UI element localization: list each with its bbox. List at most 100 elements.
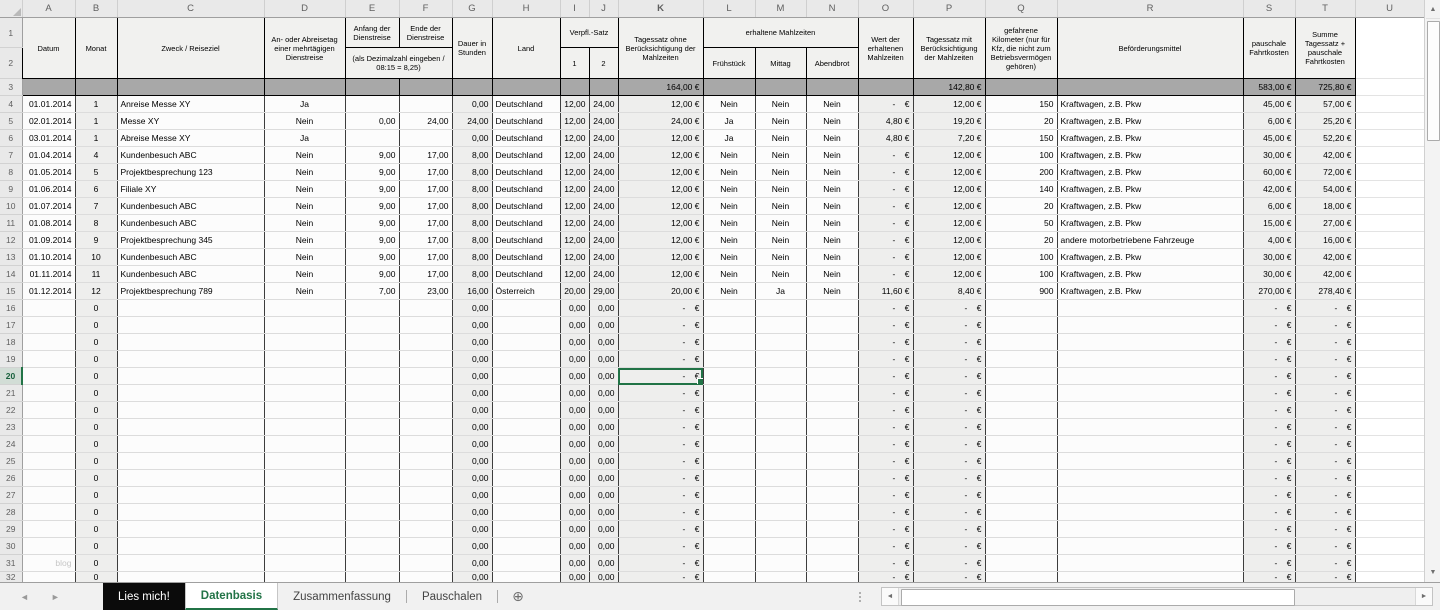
column-header-G[interactable]: G [452, 0, 492, 18]
cell-B21[interactable]: 0 [75, 385, 117, 402]
cell-M17[interactable] [755, 317, 806, 334]
cell-T24[interactable]: - € [1295, 436, 1355, 453]
cell-M14[interactable]: Nein [755, 266, 806, 283]
cell-U31[interactable] [1355, 555, 1424, 572]
cell-L21[interactable] [703, 385, 755, 402]
cell-K30[interactable]: - € [618, 538, 703, 555]
cell-L18[interactable] [703, 334, 755, 351]
cell-I13[interactable]: 12,00 [560, 249, 589, 266]
cell-E18[interactable] [345, 334, 399, 351]
cell-B32[interactable]: 0 [75, 572, 117, 583]
cell-J25[interactable]: 0,00 [589, 453, 618, 470]
cell-Q12[interactable]: 20 [985, 232, 1057, 249]
cell-K6[interactable]: 12,00 € [618, 130, 703, 147]
row-header-5[interactable]: 5 [0, 113, 22, 130]
cell-Q13[interactable]: 100 [985, 249, 1057, 266]
row-header-9[interactable]: 9 [0, 181, 22, 198]
cell-S22[interactable]: - € [1243, 402, 1295, 419]
cell-S23[interactable]: - € [1243, 419, 1295, 436]
cell-D15[interactable]: Nein [264, 283, 345, 300]
cell-L25[interactable] [703, 453, 755, 470]
cell-J30[interactable]: 0,00 [589, 538, 618, 555]
column-header-C[interactable]: C [117, 0, 264, 18]
cell-L7[interactable]: Nein [703, 147, 755, 164]
cell-E16[interactable] [345, 300, 399, 317]
cell-U7[interactable] [1355, 147, 1424, 164]
row-header-18[interactable]: 18 [0, 334, 22, 351]
row-header-23[interactable]: 23 [0, 419, 22, 436]
column-header-L[interactable]: L [703, 0, 755, 18]
cell-B24[interactable]: 0 [75, 436, 117, 453]
cell-I26[interactable]: 0,00 [560, 470, 589, 487]
cell-A10[interactable]: 01.07.2014 [22, 198, 75, 215]
cell-L32[interactable] [703, 572, 755, 583]
cell-I7[interactable]: 12,00 [560, 147, 589, 164]
cell-C25[interactable] [117, 453, 264, 470]
cell-C16[interactable] [117, 300, 264, 317]
cell-Q4[interactable]: 150 [985, 96, 1057, 113]
cell-T7[interactable]: 42,00 € [1295, 147, 1355, 164]
cell-B12[interactable]: 9 [75, 232, 117, 249]
cell-L14[interactable]: Nein [703, 266, 755, 283]
cell-S10[interactable]: 6,00 € [1243, 198, 1295, 215]
cell-S26[interactable]: - € [1243, 470, 1295, 487]
cell-N20[interactable] [806, 368, 858, 385]
cell-F18[interactable] [399, 334, 452, 351]
cell-I19[interactable]: 0,00 [560, 351, 589, 368]
cell-U27[interactable] [1355, 487, 1424, 504]
cell-C29[interactable] [117, 521, 264, 538]
cell-A21[interactable] [22, 385, 75, 402]
cell-P11[interactable]: 12,00 € [913, 215, 985, 232]
cell-M21[interactable] [755, 385, 806, 402]
cell-S20[interactable]: - € [1243, 368, 1295, 385]
cell-C9[interactable]: Filiale XY [117, 181, 264, 198]
cell-Q9[interactable]: 140 [985, 181, 1057, 198]
cell-U11[interactable] [1355, 215, 1424, 232]
cell-G9[interactable]: 8,00 [452, 181, 492, 198]
cell-M11[interactable]: Nein [755, 215, 806, 232]
cell-S14[interactable]: 30,00 € [1243, 266, 1295, 283]
cell-P7[interactable]: 12,00 € [913, 147, 985, 164]
header-ende-dienstreise[interactable]: Ende der Dienstreise [399, 18, 452, 48]
cell-C11[interactable]: Kundenbesuch ABC [117, 215, 264, 232]
row-header-30[interactable]: 30 [0, 538, 22, 555]
cell-S31[interactable]: - € [1243, 555, 1295, 572]
cell-D29[interactable] [264, 521, 345, 538]
cell-A24[interactable] [22, 436, 75, 453]
cell-H19[interactable] [492, 351, 560, 368]
cell-T28[interactable]: - € [1295, 504, 1355, 521]
header-land[interactable]: Land [492, 18, 560, 79]
cell-J32[interactable]: 0,00 [589, 572, 618, 583]
cell-A20[interactable] [22, 368, 75, 385]
cell-U8[interactable] [1355, 164, 1424, 181]
cell-D19[interactable] [264, 351, 345, 368]
cell-O24[interactable]: - € [858, 436, 913, 453]
cell-D23[interactable] [264, 419, 345, 436]
cell-O19[interactable]: - € [858, 351, 913, 368]
cell-M18[interactable] [755, 334, 806, 351]
cell-Q3[interactable] [985, 79, 1057, 96]
row-header-13[interactable]: 13 [0, 249, 22, 266]
cell-P30[interactable]: - € [913, 538, 985, 555]
cell-R3[interactable] [1057, 79, 1243, 96]
cell-T11[interactable]: 27,00 € [1295, 215, 1355, 232]
cell-J22[interactable]: 0,00 [589, 402, 618, 419]
cell-S15[interactable]: 270,00 € [1243, 283, 1295, 300]
cell-N28[interactable] [806, 504, 858, 521]
cell-R25[interactable] [1057, 453, 1243, 470]
select-all-button[interactable] [0, 0, 22, 18]
cell-C13[interactable]: Kundenbesuch ABC [117, 249, 264, 266]
cell-O5[interactable]: 4,80 € [858, 113, 913, 130]
cell-U3[interactable] [1355, 79, 1424, 96]
cell-F24[interactable] [399, 436, 452, 453]
cell-H21[interactable] [492, 385, 560, 402]
cell-R31[interactable] [1057, 555, 1243, 572]
column-header-H[interactable]: H [492, 0, 560, 18]
cell-P17[interactable]: - € [913, 317, 985, 334]
row-header-14[interactable]: 14 [0, 266, 22, 283]
cell-P31[interactable]: - € [913, 555, 985, 572]
cell-P22[interactable]: - € [913, 402, 985, 419]
row-header-20[interactable]: 20 [0, 368, 22, 385]
cell-U32[interactable] [1355, 572, 1424, 583]
cell-Q8[interactable]: 200 [985, 164, 1057, 181]
